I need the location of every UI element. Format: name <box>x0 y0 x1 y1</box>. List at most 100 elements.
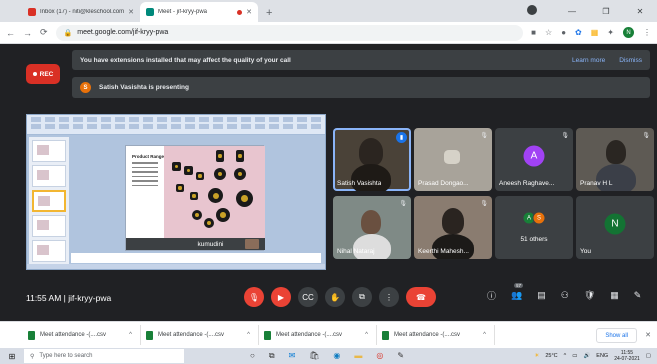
url-text: meet.google.com/jif-kryy-pwa <box>77 29 169 36</box>
close-icon[interactable]: ✕ <box>246 8 252 16</box>
minimize-button[interactable]: — <box>555 7 589 16</box>
language-indicator[interactable]: ENG <box>596 353 608 359</box>
tab-meet[interactable]: Meet - jif-kryy-pwa ✕ <box>140 2 258 22</box>
chevron-up-icon[interactable]: ^ <box>483 332 486 338</box>
download-item[interactable]: Meet attendance -(....csv ^ <box>24 325 141 345</box>
extension-warning-banner: You have extensions installed that may a… <box>72 50 650 70</box>
participant-name: Nihal Nataraj <box>337 248 375 255</box>
people-icon[interactable]: 👥 57 <box>511 283 524 301</box>
notification-icon[interactable]: ▢ <box>646 353 651 359</box>
search-placeholder: Type here to search <box>39 353 93 359</box>
download-item[interactable]: Meet attendance -(....csv ^ <box>260 325 377 345</box>
call-controls: 🎙 ▶ CC ✋ ⧉ ⋮ ☎ <box>244 287 436 307</box>
speaking-indicator-icon: ▮ <box>396 132 407 143</box>
participant-name: Keerthi Mahesh... <box>418 248 469 255</box>
presentation-screen[interactable]: Product Range kumudini <box>26 114 326 270</box>
store-icon[interactable]: 🛍 <box>309 351 319 361</box>
presenting-text: Satish Vasishta is presenting <box>99 84 189 91</box>
clock[interactable]: 11:55 24-07-2021 <box>614 350 640 362</box>
volume-icon[interactable]: 🔊 <box>583 353 590 359</box>
new-tab-button[interactable]: + <box>258 7 280 22</box>
task-view-icon[interactable]: ⧉ <box>269 351 275 361</box>
raise-hand-button[interactable]: ✋ <box>325 287 345 307</box>
extension-icon[interactable]: ✎ <box>634 290 642 301</box>
participant-tile[interactable]: A S 51 others <box>495 196 573 259</box>
maximize-button[interactable]: ❐ <box>589 7 623 16</box>
activities-icon[interactable]: ⚇ <box>561 290 569 301</box>
others-count: 51 others <box>520 236 548 243</box>
url-field[interactable]: 🔒 meet.google.com/jif-kryy-pwa <box>55 24 524 41</box>
extension-icon[interactable]: ✿ <box>575 28 582 37</box>
download-item[interactable]: Meet attendance -(....csv ^ <box>142 325 259 345</box>
camera-off-button[interactable]: ▶ <box>271 287 291 307</box>
window-controls: — ❐ ✕ <box>521 0 657 22</box>
tab-inbox[interactable]: Inbox (17) - niti@kleschool.com ✕ <box>22 2 140 22</box>
show-all-button[interactable]: Show all <box>596 328 637 343</box>
chat-icon[interactable]: ▤ <box>537 290 546 301</box>
captions-button[interactable]: CC <box>298 287 318 307</box>
self-tile[interactable]: N You <box>576 196 654 259</box>
close-icon[interactable]: ✕ <box>128 8 134 16</box>
download-filename: Meet attendance -(....csv <box>40 332 107 338</box>
meeting-code: jif-kryy-pwa <box>68 293 112 303</box>
host-controls-icon[interactable]: 🛡 <box>584 290 595 301</box>
present-button[interactable]: ⧉ <box>352 287 372 307</box>
weather-icon[interactable]: ☀ <box>534 353 539 359</box>
people-count-badge: 57 <box>514 283 524 288</box>
gmail-icon <box>28 8 36 16</box>
extension-icon[interactable]: ▦ <box>591 28 599 37</box>
dismiss-button[interactable]: Dismiss <box>619 57 642 64</box>
temperature[interactable]: 25°C <box>545 353 557 359</box>
mail-icon[interactable]: ✉ <box>289 351 296 361</box>
rec-badge[interactable]: REC <box>26 64 60 84</box>
network-icon[interactable]: ▭ <box>572 353 577 359</box>
menu-icon[interactable]: ⋮ <box>643 28 651 37</box>
meet-control-bar: 11:55 AM | jif-kryy-pwa 🎙 ▶ CC ✋ ⧉ ⋮ ☎ ⓘ… <box>0 275 657 321</box>
search-icon: ⚲ <box>30 353 35 360</box>
participant-tile[interactable]: 🎙 Keerthi Mahesh... <box>414 196 492 259</box>
reload-button[interactable]: ⟳ <box>40 27 48 38</box>
file-explorer-icon[interactable]: ▬ <box>354 351 362 361</box>
participant-tile[interactable]: A 🎙 Aneesh Raghave... <box>495 128 573 191</box>
participant-tile[interactable]: 🎙 Pranav H L <box>576 128 654 191</box>
extension-icon[interactable]: ● <box>561 28 566 37</box>
app-icon[interactable]: ✎ <box>397 351 404 361</box>
chevron-up-icon[interactable]: ^ <box>564 353 567 359</box>
taskbar-search[interactable]: ⚲ Type here to search <box>24 349 184 363</box>
profile-avatar[interactable]: N <box>623 27 634 38</box>
cortana-icon[interactable]: ○ <box>250 351 255 361</box>
info-icon[interactable]: ⓘ <box>487 289 496 302</box>
participant-tile[interactable]: ▮ Satish Vasishta <box>333 128 411 191</box>
more-options-button[interactable]: ⋮ <box>379 287 399 307</box>
star-icon[interactable]: ☆ <box>545 28 552 37</box>
windows-start-icon[interactable]: ⊞ <box>0 352 24 361</box>
muted-mic-icon: 🎙 <box>642 133 650 139</box>
puzzle-icon[interactable]: ✦ <box>607 28 614 37</box>
earring-image <box>164 146 265 240</box>
account-icon[interactable] <box>521 5 555 17</box>
window-close-button[interactable]: ✕ <box>623 7 657 16</box>
mic-off-button[interactable]: 🎙 <box>244 287 264 307</box>
meeting-details: 11:55 AM | jif-kryy-pwa <box>26 293 112 303</box>
record-icon <box>32 72 37 76</box>
camera-icon[interactable]: ■ <box>531 28 536 37</box>
close-icon[interactable]: ✕ <box>645 331 651 339</box>
download-item[interactable]: Meet attendance -(....csv ^ <box>378 325 495 345</box>
browser-tabstrip: Inbox (17) - niti@kleschool.com ✕ Meet -… <box>0 0 657 22</box>
back-button[interactable]: ← <box>6 28 15 38</box>
learn-more-link[interactable]: Learn more <box>572 57 605 64</box>
participant-name: Prasad Dongao... <box>418 180 469 187</box>
chevron-up-icon[interactable]: ^ <box>129 332 132 338</box>
participant-tile[interactable]: 🎙 Nihal Nataraj <box>333 196 411 259</box>
chrome-icon[interactable]: ◎ <box>376 351 383 361</box>
grid-icon[interactable]: ▦ <box>610 290 619 301</box>
meet-icon <box>146 8 154 16</box>
presenter-camera-thumbnail <box>245 239 259 249</box>
participant-tile[interactable]: 🎙 Prasad Dongao... <box>414 128 492 191</box>
end-call-button[interactable]: ☎ <box>406 287 436 307</box>
slide-title: Product Range <box>132 154 165 159</box>
chevron-up-icon[interactable]: ^ <box>247 332 250 338</box>
forward-button[interactable]: → <box>23 28 32 38</box>
edge-icon[interactable]: ◉ <box>333 351 340 361</box>
chevron-up-icon[interactable]: ^ <box>365 332 368 338</box>
